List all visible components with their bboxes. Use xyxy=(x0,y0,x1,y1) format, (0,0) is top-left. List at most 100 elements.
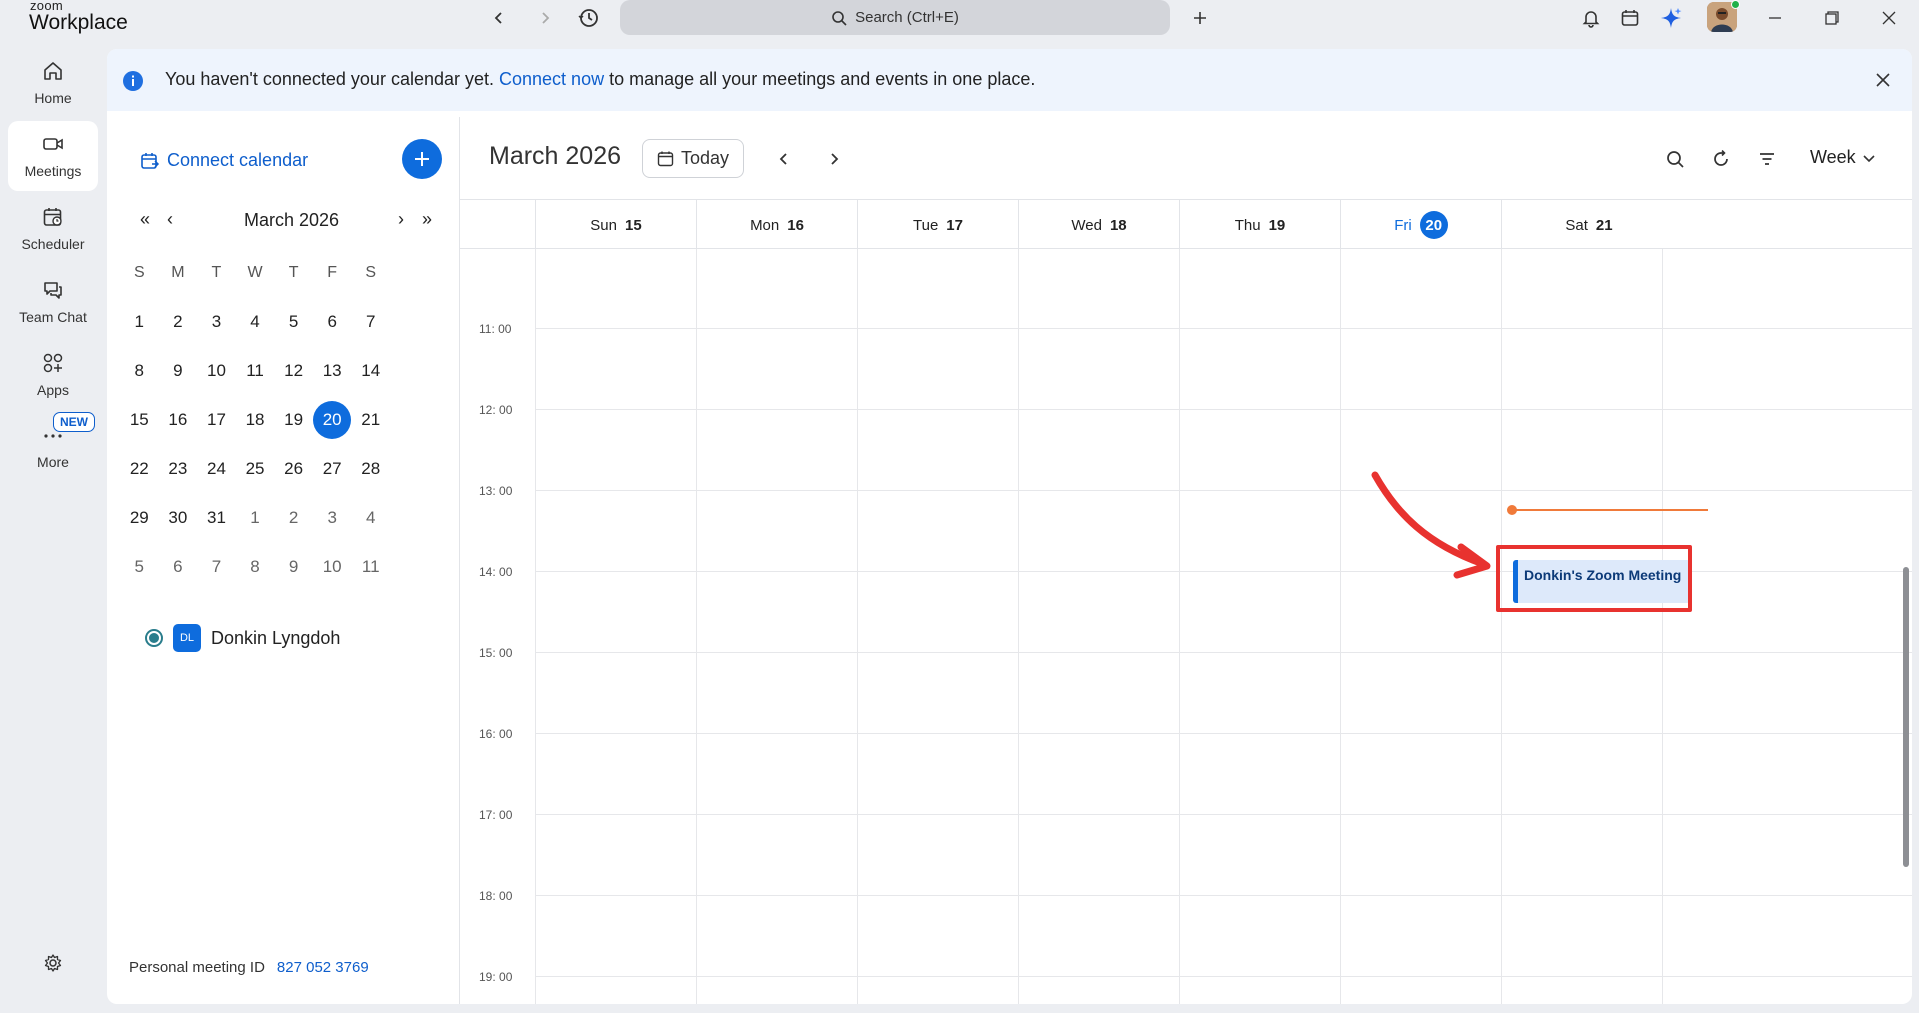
brand-workplace: Workplace xyxy=(29,11,128,34)
mini-next-year-button[interactable]: » xyxy=(422,209,432,230)
mini-day[interactable]: 13 xyxy=(313,346,352,395)
mini-day[interactable]: 30 xyxy=(159,493,198,542)
today-day-number: 20 xyxy=(1419,211,1448,239)
mini-day[interactable]: 23 xyxy=(159,444,198,493)
mini-day[interactable]: 31 xyxy=(197,493,236,542)
mini-day[interactable]: 7 xyxy=(197,542,236,591)
owner-radio[interactable] xyxy=(145,629,163,647)
mini-day[interactable]: 10 xyxy=(197,346,236,395)
connect-now-link[interactable]: Connect now xyxy=(499,69,604,89)
new-tab-button[interactable] xyxy=(1182,0,1218,36)
mini-day[interactable]: 19 xyxy=(274,395,313,444)
mini-prev-month-button[interactable]: ‹ xyxy=(167,209,173,230)
rail-item-home[interactable]: Home xyxy=(8,48,98,118)
mini-day[interactable]: 7 xyxy=(351,297,390,346)
mini-day[interactable]: 8 xyxy=(236,542,275,591)
mini-day[interactable]: 26 xyxy=(274,444,313,493)
mini-day[interactable]: 15 xyxy=(120,395,159,444)
banner-close-button[interactable] xyxy=(1865,62,1901,98)
mini-day[interactable]: 25 xyxy=(236,444,275,493)
new-meeting-button[interactable] xyxy=(402,139,442,179)
mini-day[interactable]: 24 xyxy=(197,444,236,493)
pmi-value[interactable]: 827 052 3769 xyxy=(277,959,369,976)
refresh-button[interactable] xyxy=(1706,144,1736,174)
mini-day-number: 28 xyxy=(361,458,381,478)
connect-calendar-link[interactable]: Connect calendar xyxy=(140,150,308,171)
calendar-tool-button[interactable] xyxy=(1612,0,1648,36)
mini-day[interactable]: 3 xyxy=(313,493,352,542)
today-button[interactable]: Today xyxy=(642,139,744,178)
week-grid[interactable]: 11: 00 12: 00 13: 00 14: 00 15: 00 16: 00 17: … xyxy=(460,249,1912,1004)
grid-hour-line xyxy=(535,490,1912,491)
mini-day[interactable]: 4 xyxy=(236,297,275,346)
plus-icon xyxy=(415,152,429,166)
day-header-sat[interactable]: Sat 21 xyxy=(1501,200,1676,250)
rail-item-scheduler[interactable]: Scheduler xyxy=(8,194,98,264)
mini-day[interactable]: 14 xyxy=(351,346,390,395)
mini-day[interactable]: 16 xyxy=(159,395,198,444)
rail-item-team-chat[interactable]: Team Chat xyxy=(8,267,98,337)
mini-calendar-grid: S M T W T F S 1 2 3 4 5 6 7 8 9 10 11 12 13 14 15 16 17 18 19 20 21… xyxy=(120,248,390,591)
back-button[interactable] xyxy=(481,0,517,36)
day-number: 19 xyxy=(1268,216,1286,234)
mini-prev-year-button[interactable]: « xyxy=(140,209,150,230)
mini-day[interactable]: 4 xyxy=(351,493,390,542)
mini-day[interactable]: 5 xyxy=(274,297,313,346)
mini-day[interactable]: 2 xyxy=(274,493,313,542)
prev-week-button[interactable] xyxy=(769,144,799,174)
banner-text-after: to manage all your meetings and events i… xyxy=(604,69,1036,89)
settings-button[interactable] xyxy=(35,945,71,981)
calendar-owner[interactable]: DL Donkin Lyngdoh xyxy=(145,624,340,652)
day-header-mon[interactable]: Mon 16 xyxy=(696,200,857,250)
meeting-event[interactable]: Donkin's Zoom Meeting xyxy=(1513,560,1690,603)
mini-day[interactable]: 5 xyxy=(120,542,159,591)
day-header-wed[interactable]: Wed 18 xyxy=(1018,200,1179,250)
day-header-thu[interactable]: Thu 19 xyxy=(1179,200,1340,250)
mini-day[interactable]: 6 xyxy=(159,542,198,591)
mini-day[interactable]: 22 xyxy=(120,444,159,493)
mini-day[interactable]: 21 xyxy=(351,395,390,444)
mini-day[interactable]: 18 xyxy=(236,395,275,444)
close-window-button[interactable] xyxy=(1871,0,1907,36)
forward-button[interactable] xyxy=(527,0,563,36)
ai-companion-button[interactable] xyxy=(1653,0,1689,36)
history-button[interactable] xyxy=(571,0,607,36)
mini-day[interactable]: 11 xyxy=(236,346,275,395)
filter-button[interactable] xyxy=(1752,144,1782,174)
day-header-tue[interactable]: Tue 17 xyxy=(857,200,1018,250)
time-label: 13: 00 xyxy=(479,484,513,498)
mini-day[interactable]: 10 xyxy=(313,542,352,591)
mini-day[interactable]: 9 xyxy=(159,346,198,395)
calendar-search-button[interactable] xyxy=(1660,144,1690,174)
mini-day[interactable]: 8 xyxy=(120,346,159,395)
mini-day[interactable]: 11 xyxy=(351,542,390,591)
rail-item-meetings[interactable]: Meetings xyxy=(8,121,98,191)
mini-day[interactable]: 12 xyxy=(274,346,313,395)
day-header-fri[interactable]: Fri 20 xyxy=(1340,200,1501,250)
mini-day-number: 20 xyxy=(313,400,352,439)
minimize-button[interactable] xyxy=(1757,0,1793,36)
mini-next-month-button[interactable]: › xyxy=(398,209,404,230)
mini-day[interactable]: 27 xyxy=(313,444,352,493)
mini-day[interactable]: 6 xyxy=(313,297,352,346)
day-header-sun[interactable]: Sun 15 xyxy=(535,200,696,250)
restore-button[interactable] xyxy=(1814,0,1850,36)
rail-item-apps[interactable]: Apps xyxy=(8,340,98,410)
notifications-button[interactable] xyxy=(1573,0,1609,36)
mini-day[interactable]: 29 xyxy=(120,493,159,542)
mini-day[interactable]: 28 xyxy=(351,444,390,493)
next-week-button[interactable] xyxy=(819,144,849,174)
view-select[interactable]: Week xyxy=(1810,147,1876,168)
mini-day[interactable]: 2 xyxy=(159,297,198,346)
mini-day[interactable]: 17 xyxy=(197,395,236,444)
mini-day[interactable]: 1 xyxy=(120,297,159,346)
mini-day[interactable]: 9 xyxy=(274,542,313,591)
mini-day-selected[interactable]: 20 xyxy=(313,395,352,444)
grid-scrollbar[interactable] xyxy=(1903,567,1909,867)
mini-day-number: 1 xyxy=(134,311,145,331)
mini-day-number: 11 xyxy=(246,360,264,380)
mini-day[interactable]: 3 xyxy=(197,297,236,346)
search-bar[interactable]: Search (Ctrl+E) xyxy=(620,0,1170,35)
day-number: 18 xyxy=(1109,216,1127,234)
mini-day[interactable]: 1 xyxy=(236,493,275,542)
